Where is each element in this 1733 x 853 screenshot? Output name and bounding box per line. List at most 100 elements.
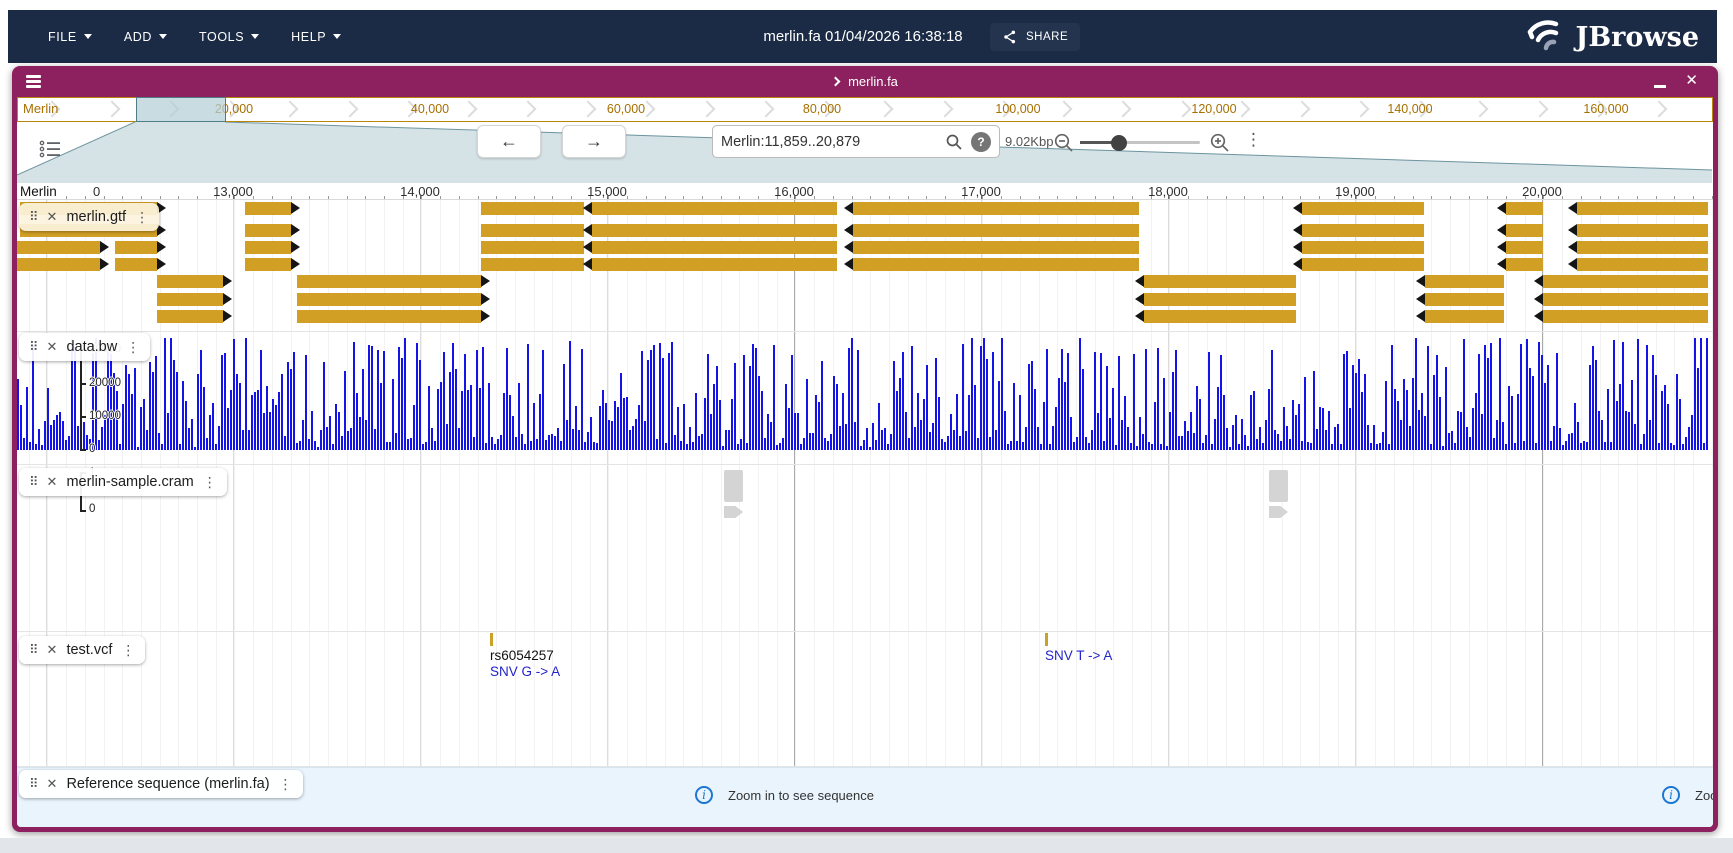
track-menu-icon[interactable]: ⋮ bbox=[135, 209, 149, 226]
zoom-in-icon[interactable] bbox=[1209, 132, 1231, 154]
cram-read[interactable] bbox=[724, 470, 743, 502]
gene-feature[interactable] bbox=[17, 241, 100, 254]
gene-feature[interactable] bbox=[1506, 224, 1543, 237]
gene-feature[interactable] bbox=[853, 202, 1139, 215]
share-button[interactable]: SHARE bbox=[990, 23, 1081, 51]
track-menu-icon[interactable]: ⋮ bbox=[121, 642, 135, 659]
gene-feature[interactable] bbox=[1577, 258, 1708, 271]
gene-feature[interactable] bbox=[1425, 310, 1504, 323]
minimize-button[interactable] bbox=[1654, 85, 1666, 88]
close-track-icon[interactable]: ✕ bbox=[47, 474, 58, 490]
search-icon[interactable] bbox=[945, 133, 963, 151]
track-selector-button[interactable] bbox=[39, 138, 61, 160]
gene-feature[interactable] bbox=[297, 293, 481, 306]
gene-feature[interactable] bbox=[1506, 258, 1543, 271]
gene-feature[interactable] bbox=[17, 258, 100, 271]
menu-tools[interactable]: TOOLS bbox=[187, 22, 271, 52]
gene-feature[interactable] bbox=[1577, 241, 1708, 254]
gene-feature[interactable] bbox=[481, 202, 584, 215]
track-label-merlin-gtf[interactable]: ⠿ ✕ merlin.gtf ⋮ bbox=[19, 203, 160, 231]
wiggle-bar bbox=[1343, 354, 1345, 450]
track-label-reference-sequence[interactable]: ⠿ ✕ Reference sequence (merlin.fa) ⋮ bbox=[19, 770, 303, 798]
drag-handle-icon[interactable]: ⠿ bbox=[29, 642, 38, 658]
gene-feature[interactable] bbox=[157, 275, 223, 288]
gene-feature[interactable] bbox=[297, 310, 481, 323]
cram-read[interactable] bbox=[1269, 470, 1288, 502]
gene-feature[interactable] bbox=[1144, 310, 1296, 323]
location-search-box[interactable]: ? bbox=[712, 125, 1000, 158]
back-button[interactable]: ← bbox=[477, 125, 541, 158]
gene-feature[interactable] bbox=[115, 241, 157, 254]
gene-feature[interactable] bbox=[245, 241, 291, 254]
gene-feature[interactable] bbox=[1506, 241, 1543, 254]
gene-feature[interactable] bbox=[1144, 293, 1296, 306]
zoom-slider-thumb[interactable] bbox=[1111, 134, 1127, 151]
drag-handle-icon[interactable]: ⠿ bbox=[29, 474, 38, 490]
gene-feature[interactable] bbox=[1144, 275, 1296, 288]
drag-handle-icon[interactable]: ⠿ bbox=[29, 339, 38, 355]
gene-feature[interactable] bbox=[157, 293, 223, 306]
track-label-merlin-sample-cram[interactable]: ⠿ ✕ merlin-sample.cram ⋮ bbox=[19, 468, 227, 496]
gene-feature[interactable] bbox=[592, 202, 837, 215]
gene-feature[interactable] bbox=[157, 310, 223, 323]
gene-feature[interactable] bbox=[245, 258, 291, 271]
menu-add[interactable]: ADD bbox=[112, 22, 179, 52]
gene-feature[interactable] bbox=[481, 258, 584, 271]
cram-read-arrow[interactable] bbox=[1269, 506, 1288, 518]
drag-handle-icon[interactable]: ⠿ bbox=[29, 776, 38, 792]
chevron-right-icon bbox=[1650, 100, 1667, 118]
gene-feature[interactable] bbox=[1577, 202, 1708, 215]
drag-handle-icon[interactable]: ⠿ bbox=[29, 209, 38, 225]
close-icon[interactable]: ✕ bbox=[1685, 71, 1698, 89]
wiggle-bar bbox=[881, 430, 883, 450]
gene-feature[interactable] bbox=[592, 258, 837, 271]
track-label-test-vcf[interactable]: ⠿ ✕ test.vcf ⋮ bbox=[19, 636, 146, 664]
gene-feature[interactable] bbox=[853, 224, 1139, 237]
variant-feature[interactable] bbox=[490, 633, 493, 646]
close-track-icon[interactable]: ✕ bbox=[47, 209, 58, 225]
gene-feature[interactable] bbox=[115, 258, 157, 271]
gridline-minor bbox=[664, 200, 666, 766]
gene-feature[interactable] bbox=[592, 241, 837, 254]
menu-file[interactable]: FILE bbox=[36, 22, 104, 52]
gene-feature[interactable] bbox=[245, 224, 291, 237]
forward-button[interactable]: → bbox=[562, 125, 626, 158]
menu-help[interactable]: HELP bbox=[279, 22, 353, 52]
location-search-input[interactable] bbox=[721, 133, 945, 150]
gene-feature[interactable] bbox=[245, 202, 291, 215]
gene-feature[interactable] bbox=[1302, 258, 1424, 271]
gene-feature[interactable] bbox=[297, 275, 481, 288]
gene-feature[interactable] bbox=[853, 258, 1139, 271]
wiggle-bar bbox=[581, 349, 583, 450]
zoom-out-icon[interactable] bbox=[1053, 132, 1075, 154]
zoom-slider[interactable] bbox=[1080, 134, 1200, 151]
gene-feature[interactable] bbox=[481, 241, 584, 254]
gene-feature[interactable] bbox=[853, 241, 1139, 254]
track-menu-icon[interactable]: ⋮ bbox=[203, 474, 217, 491]
gene-feature[interactable] bbox=[1543, 275, 1708, 288]
gene-feature[interactable] bbox=[1302, 224, 1424, 237]
gene-feature[interactable] bbox=[1302, 241, 1424, 254]
close-track-icon[interactable]: ✕ bbox=[47, 339, 58, 355]
close-track-icon[interactable]: ✕ bbox=[47, 642, 58, 658]
wiggle-bar bbox=[1697, 368, 1699, 450]
variant-feature[interactable] bbox=[1045, 633, 1048, 646]
gene-feature[interactable] bbox=[592, 224, 837, 237]
close-track-icon[interactable]: ✕ bbox=[47, 776, 58, 792]
overview-selected-region[interactable] bbox=[136, 97, 226, 122]
gene-feature[interactable] bbox=[481, 224, 584, 237]
search-help-icon[interactable]: ? bbox=[971, 131, 991, 152]
view-options-kebab-icon[interactable]: ⋮ bbox=[1245, 130, 1262, 150]
overview-scalebar[interactable]: Merlin 20,000 40,000 60,000 80,000 100,000 12… bbox=[17, 97, 1713, 122]
track-menu-icon[interactable]: ⋮ bbox=[126, 339, 140, 356]
gene-feature[interactable] bbox=[1425, 275, 1504, 288]
gene-feature[interactable] bbox=[1543, 310, 1708, 323]
wiggle-bar bbox=[311, 411, 313, 450]
track-label-data-bw[interactable]: ⠿ ✕ data.bw ⋮ bbox=[19, 333, 151, 361]
gene-feature[interactable] bbox=[1506, 202, 1543, 215]
gene-feature[interactable] bbox=[1302, 202, 1424, 215]
gene-feature[interactable] bbox=[1425, 293, 1504, 306]
gene-feature[interactable] bbox=[1577, 224, 1708, 237]
gene-feature[interactable] bbox=[1543, 293, 1708, 306]
track-menu-icon[interactable]: ⋮ bbox=[279, 776, 293, 793]
